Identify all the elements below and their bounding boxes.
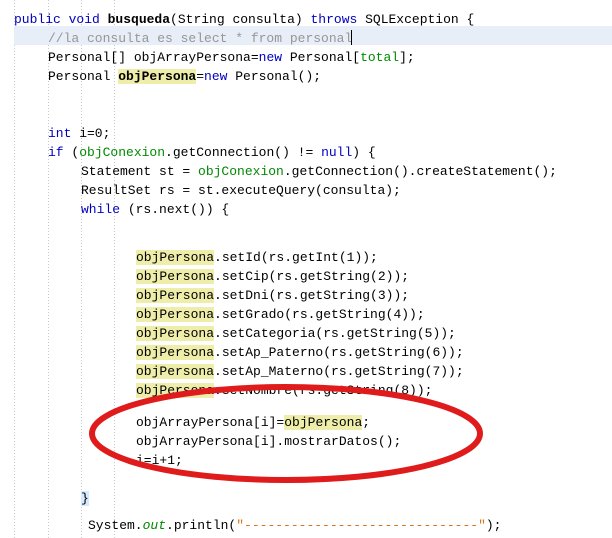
code-token: objArrayPersona[i]= [136,415,285,430]
code-token: i=0; [71,126,111,141]
code-token: objConexion [198,164,284,179]
code-line[interactable]: objArrayPersona[i].mostrarDatos(); [136,432,401,451]
code-token: ; [362,415,371,430]
code-line[interactable]: objArrayPersona[i]=objPersona; [136,413,370,432]
code-token: .getConnection().createStatement(); [283,164,557,179]
code-token: objPersona [136,307,215,322]
code-token: System. [88,518,143,533]
code-token: .println( [166,518,237,533]
code-line[interactable]: objPersona.setCategoria(rs.getString(5))… [136,324,456,343]
code-token: .setAp_Paterno(rs.getString(6)); [214,345,464,360]
code-token: } [81,491,89,506]
code-token: i=i+1; [136,453,183,468]
code-line[interactable]: Personal[] objArrayPersona=new Personal[… [48,48,415,67]
code-token: .setId(rs.getInt(1)); [214,250,378,265]
code-line[interactable]: objPersona.setAp_Materno(rs.getString(7)… [136,362,464,381]
code-line[interactable]: objPersona.setId(rs.getInt(1)); [136,248,378,267]
code-token: objPersona [136,288,215,303]
code-token: objConexion [79,145,166,160]
code-token: Personal(); [227,69,322,84]
code-token: Personal[ [282,50,361,65]
code-line[interactable]: Personal objPersona=new Personal(); [48,67,321,86]
code-token: while [81,202,121,217]
code-line[interactable]: System.out.println("--------------------… [88,516,501,535]
code-text-layer[interactable]: public void busqueda(String consulta) th… [0,0,612,538]
text-caret [351,30,353,45]
code-token: objArrayPersona[i].mostrarDatos(); [136,434,402,449]
code-token: .setNombre(rs.getString(8)); [214,383,433,398]
code-token: objPersona [136,364,215,379]
code-token: ResultSet rs = st.executeQuery(consulta)… [81,183,401,198]
code-token: ) { [352,145,376,160]
code-token: objPersona [118,69,197,84]
code-line[interactable]: objPersona.setAp_Paterno(rs.getString(6)… [136,343,464,362]
code-line[interactable]: objPersona.setCip(rs.getString(2)); [136,267,409,286]
code-token: ]; [399,50,415,65]
code-token: total [360,50,400,65]
code-token: //la consulta es select * from personal [48,31,353,46]
code-line[interactable]: //la consulta es select * from personal [48,29,353,48]
code-line[interactable]: if (objConexion.getConnection() != null)… [48,143,376,162]
code-token: objPersona [136,383,215,398]
code-token: int [48,126,72,141]
code-token: Personal[] objArrayPersona= [48,50,259,65]
code-token: SQLException { [365,12,475,27]
code-token: .setCategoria(rs.getString(5)); [214,326,456,341]
code-token: (String consulta) [170,12,311,27]
code-token: throws [310,12,366,27]
code-token: ( [63,145,80,160]
code-line[interactable]: int i=0; [48,124,110,143]
code-token: .getConnection() != [165,145,322,160]
code-line[interactable]: while (rs.next()) { [81,200,229,219]
code-token: .setCip(rs.getString(2)); [214,269,410,284]
code-token: busqueda [107,12,171,27]
code-token: ); [485,518,502,533]
code-token: out [142,518,167,533]
code-token: (rs.next()) { [120,202,230,217]
code-line[interactable]: objPersona.setGrado(rs.getString(4)); [136,305,425,324]
code-token: = [196,69,205,84]
code-token: null [321,145,353,160]
code-token: objPersona [136,250,215,265]
code-token: "------------------------------" [236,518,486,533]
code-line[interactable]: ResultSet rs = st.executeQuery(consulta)… [81,181,401,200]
code-line[interactable]: Statement st = objConexion.getConnection… [81,162,557,181]
code-line[interactable]: objPersona.setDni(rs.getString(3)); [136,286,409,305]
code-token: objPersona [136,326,215,341]
code-token: public void [14,12,108,27]
code-token: if [48,145,64,160]
code-token: new [258,50,283,65]
code-line[interactable]: } [81,489,89,508]
code-token: .setAp_Materno(rs.getString(7)); [214,364,464,379]
code-line[interactable]: public void busqueda(String consulta) th… [14,10,474,29]
code-token: objPersona [284,415,363,430]
code-token: new [204,69,228,84]
code-line[interactable]: objPersona.setNombre(rs.getString(8)); [136,381,432,400]
code-token: objPersona [136,269,215,284]
code-token: .setGrado(rs.getString(4)); [214,307,425,322]
code-token: objPersona [136,345,215,360]
code-token: Statement st = [81,164,199,179]
code-token: .setDni(rs.getString(3)); [214,288,410,303]
code-token: Personal [48,69,119,84]
code-line[interactable]: i=i+1; [136,451,183,470]
code-editor-pane[interactable]: public void busqueda(String consulta) th… [0,0,612,538]
